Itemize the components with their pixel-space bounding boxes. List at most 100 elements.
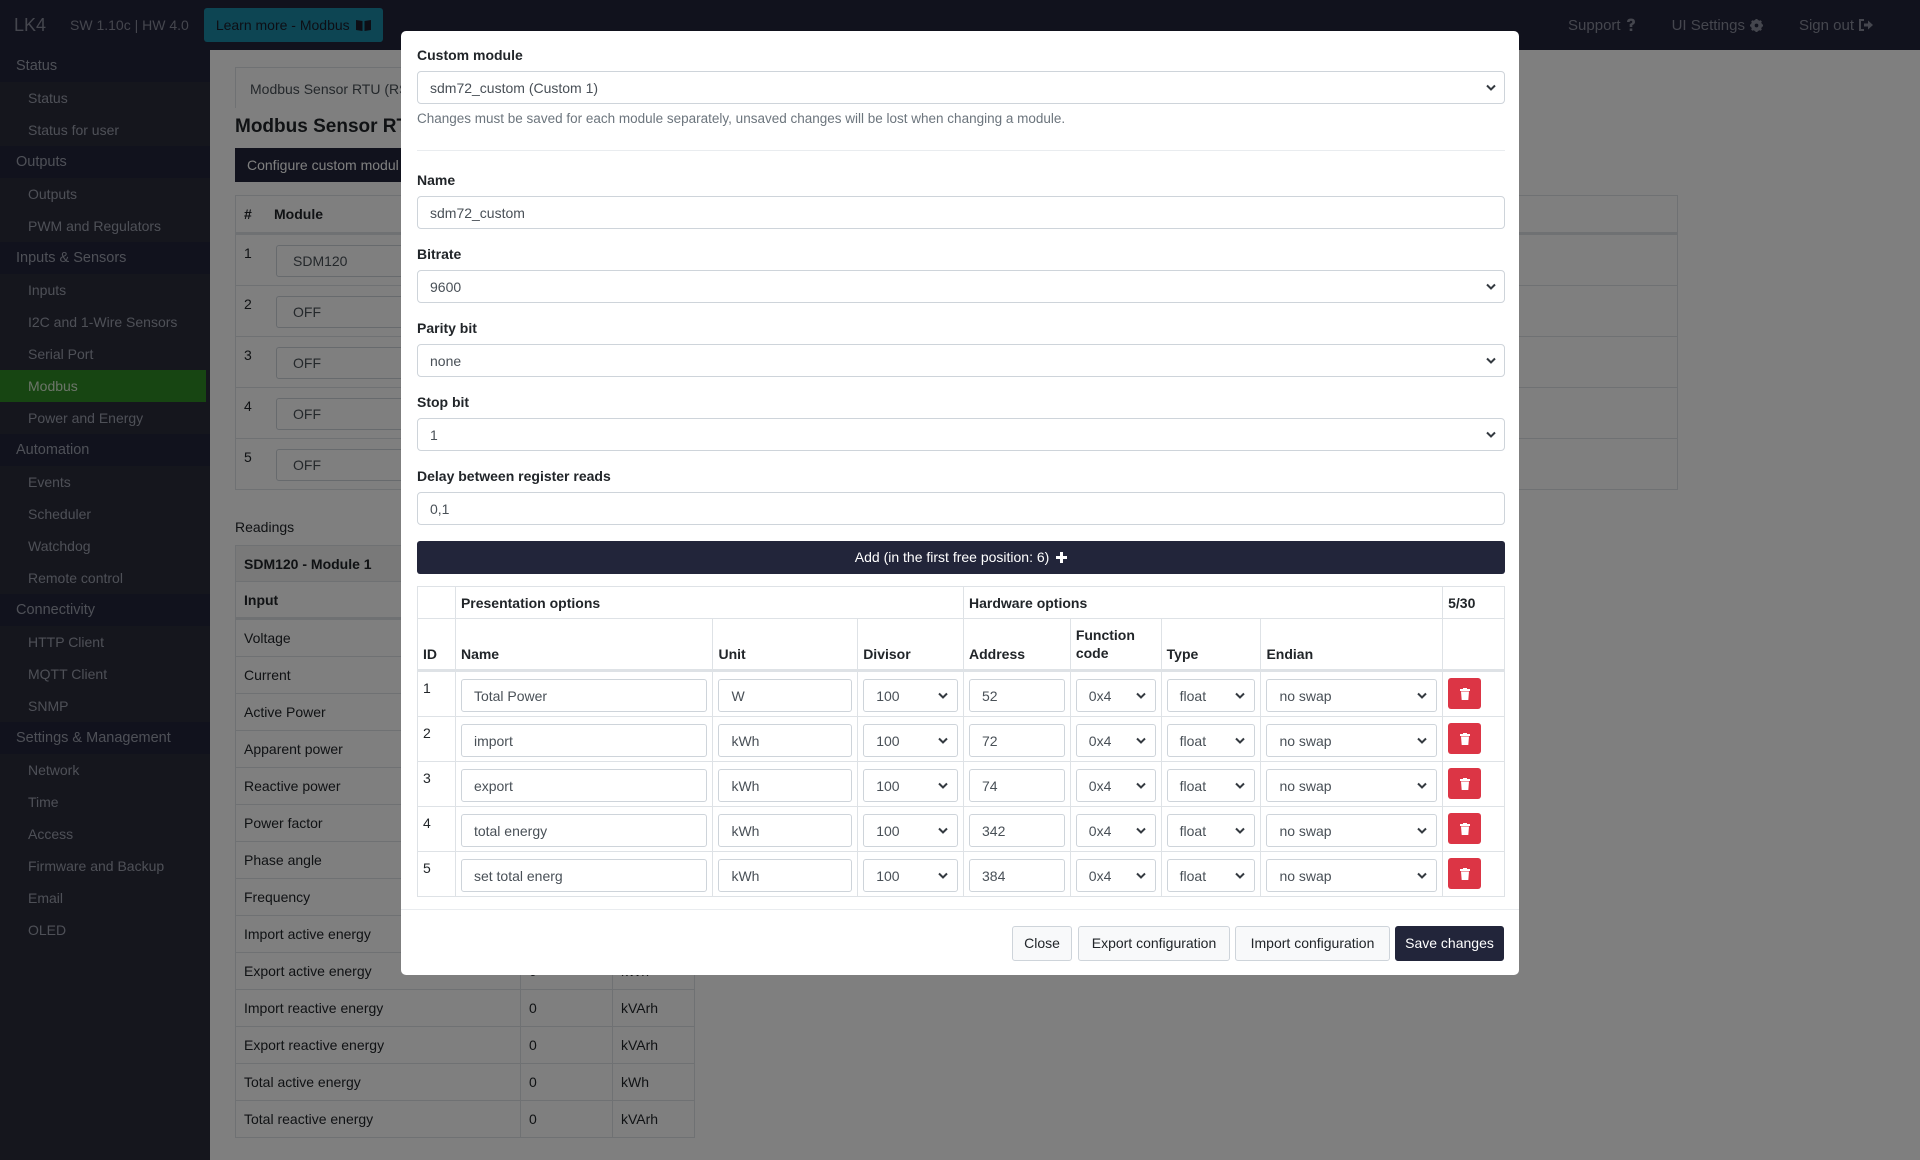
register-divisor-value: 100 xyxy=(876,733,900,749)
register-function-code-select[interactable]: 0x4 xyxy=(1075,679,1156,712)
register-table-group-header: Presentation options Hardware options 5/… xyxy=(418,587,1504,619)
register-unit-value: kWh xyxy=(731,733,760,749)
name-input[interactable]: sdm72_custom xyxy=(417,196,1505,229)
chevron-down-icon xyxy=(1486,84,1496,91)
register-endian-select[interactable]: no swap xyxy=(1266,814,1438,847)
register-unit-input[interactable]: kWh xyxy=(718,724,853,757)
plus-icon xyxy=(1056,552,1068,563)
parity-label: Parity bit xyxy=(417,320,477,336)
delete-register-button[interactable] xyxy=(1448,678,1482,709)
add-register-button[interactable]: Add (in the first free position: 6) xyxy=(417,541,1505,574)
register-function-code-select[interactable]: 0x4 xyxy=(1075,814,1156,847)
register-function-code-value: 0x4 xyxy=(1088,733,1112,749)
chevron-down-icon xyxy=(1417,692,1427,699)
register-address-input[interactable]: 342 xyxy=(969,814,1065,847)
register-type-select[interactable]: float xyxy=(1166,859,1256,892)
register-function-code-value: 0x4 xyxy=(1088,823,1112,839)
register-function-code-select[interactable]: 0x4 xyxy=(1075,769,1156,802)
delete-register-button[interactable] xyxy=(1448,813,1482,844)
register-name-input[interactable]: import xyxy=(460,724,708,757)
register-unit-input[interactable]: kWh xyxy=(718,814,853,847)
bitrate-value: 9600 xyxy=(430,279,462,295)
register-type-value: float xyxy=(1179,688,1207,704)
register-type-select[interactable]: float xyxy=(1166,769,1256,802)
col-header-address: Address xyxy=(964,619,1071,669)
trash-icon xyxy=(1459,867,1470,880)
register-divisor-select[interactable]: 100 xyxy=(863,859,958,892)
delete-register-button[interactable] xyxy=(1448,768,1482,799)
export-configuration-button[interactable]: Export configuration xyxy=(1078,926,1230,961)
register-divisor-select[interactable]: 100 xyxy=(863,679,958,712)
register-function-code-select[interactable]: 0x4 xyxy=(1075,859,1156,892)
chevron-down-icon xyxy=(1417,872,1427,879)
col-header-endian: Endian xyxy=(1261,619,1444,669)
register-type-value: float xyxy=(1179,868,1207,884)
delay-label: Delay between register reads xyxy=(417,468,611,484)
register-endian-select[interactable]: no swap xyxy=(1266,724,1438,757)
register-endian-select[interactable]: no swap xyxy=(1266,769,1438,802)
chevron-down-icon xyxy=(1417,782,1427,789)
register-row: 5 set total energ kWh 100 384 0x4 float no swap xyxy=(418,851,1504,896)
register-endian-value: no swap xyxy=(1279,823,1332,839)
trash-icon xyxy=(1459,732,1470,745)
register-function-code-select[interactable]: 0x4 xyxy=(1075,724,1156,757)
delete-register-button[interactable] xyxy=(1448,723,1482,754)
chevron-down-icon xyxy=(938,872,948,879)
register-type-select[interactable]: float xyxy=(1166,679,1256,712)
register-endian-value: no swap xyxy=(1279,733,1332,749)
chevron-down-icon xyxy=(1235,737,1246,744)
import-configuration-button[interactable]: Import configuration xyxy=(1235,926,1390,961)
register-divisor-select[interactable]: 100 xyxy=(863,769,958,802)
register-row: 4 total energy kWh 100 342 0x4 float no swap xyxy=(418,806,1504,851)
col-header-function-code: Function code xyxy=(1071,619,1162,669)
chevron-down-icon xyxy=(1235,827,1246,834)
register-address-input[interactable]: 74 xyxy=(969,769,1065,802)
register-row: 2 import kWh 100 72 0x4 float no swap xyxy=(418,716,1504,761)
register-divisor-select[interactable]: 100 xyxy=(863,724,958,757)
chevron-down-icon xyxy=(1486,357,1496,364)
register-name-input[interactable]: total energy xyxy=(460,814,708,847)
parity-value: none xyxy=(430,353,462,369)
name-value: sdm72_custom xyxy=(430,205,525,221)
register-endian-value: no swap xyxy=(1279,868,1332,884)
stop-bit-label: Stop bit xyxy=(417,394,470,410)
delete-register-button[interactable] xyxy=(1448,858,1482,889)
register-function-code-value: 0x4 xyxy=(1088,778,1112,794)
register-address-value: 74 xyxy=(982,778,998,794)
register-table-header: ID Name Unit Divisor Address Function co… xyxy=(418,619,1504,671)
save-changes-button[interactable]: Save changes xyxy=(1395,926,1504,961)
register-address-input[interactable]: 384 xyxy=(969,859,1065,892)
register-name-input[interactable]: export xyxy=(460,769,708,802)
register-endian-value: no swap xyxy=(1279,688,1332,704)
delay-input[interactable]: 0,1 xyxy=(417,492,1505,525)
modal-footer xyxy=(401,909,1519,910)
group-hardware-options: Hardware options xyxy=(964,587,1444,618)
register-address-input[interactable]: 72 xyxy=(969,724,1065,757)
custom-module-select[interactable]: sdm72_custom (Custom 1) xyxy=(417,71,1505,104)
register-type-select[interactable]: float xyxy=(1166,724,1256,757)
chevron-down-icon xyxy=(1417,827,1427,834)
chevron-down-icon xyxy=(1235,872,1246,879)
register-unit-input[interactable]: W xyxy=(718,679,853,712)
close-button[interactable]: Close xyxy=(1012,926,1072,961)
register-row: 1 Total Power W 100 52 0x4 float no swap xyxy=(418,671,1504,716)
register-endian-select[interactable]: no swap xyxy=(1266,679,1438,712)
stop-bit-select[interactable]: 1 xyxy=(417,418,1505,451)
register-unit-input[interactable]: kWh xyxy=(718,859,853,892)
parity-select[interactable]: none xyxy=(417,344,1505,377)
register-name-input[interactable]: Total Power xyxy=(460,679,708,712)
register-name-value: import xyxy=(473,733,513,749)
register-name-value: total energy xyxy=(473,823,548,839)
register-divisor-select[interactable]: 100 xyxy=(863,814,958,847)
register-name-input[interactable]: set total energ xyxy=(460,859,708,892)
register-endian-select[interactable]: no swap xyxy=(1266,859,1438,892)
col-header-name: Name xyxy=(456,619,714,669)
register-type-select[interactable]: float xyxy=(1166,814,1256,847)
bitrate-select[interactable]: 9600 xyxy=(417,270,1505,303)
chevron-down-icon xyxy=(1135,827,1146,834)
register-unit-input[interactable]: kWh xyxy=(718,769,853,802)
register-address-input[interactable]: 52 xyxy=(969,679,1065,712)
chevron-down-icon xyxy=(1135,872,1146,879)
bitrate-label: Bitrate xyxy=(417,246,462,262)
chevron-down-icon xyxy=(1135,737,1146,744)
